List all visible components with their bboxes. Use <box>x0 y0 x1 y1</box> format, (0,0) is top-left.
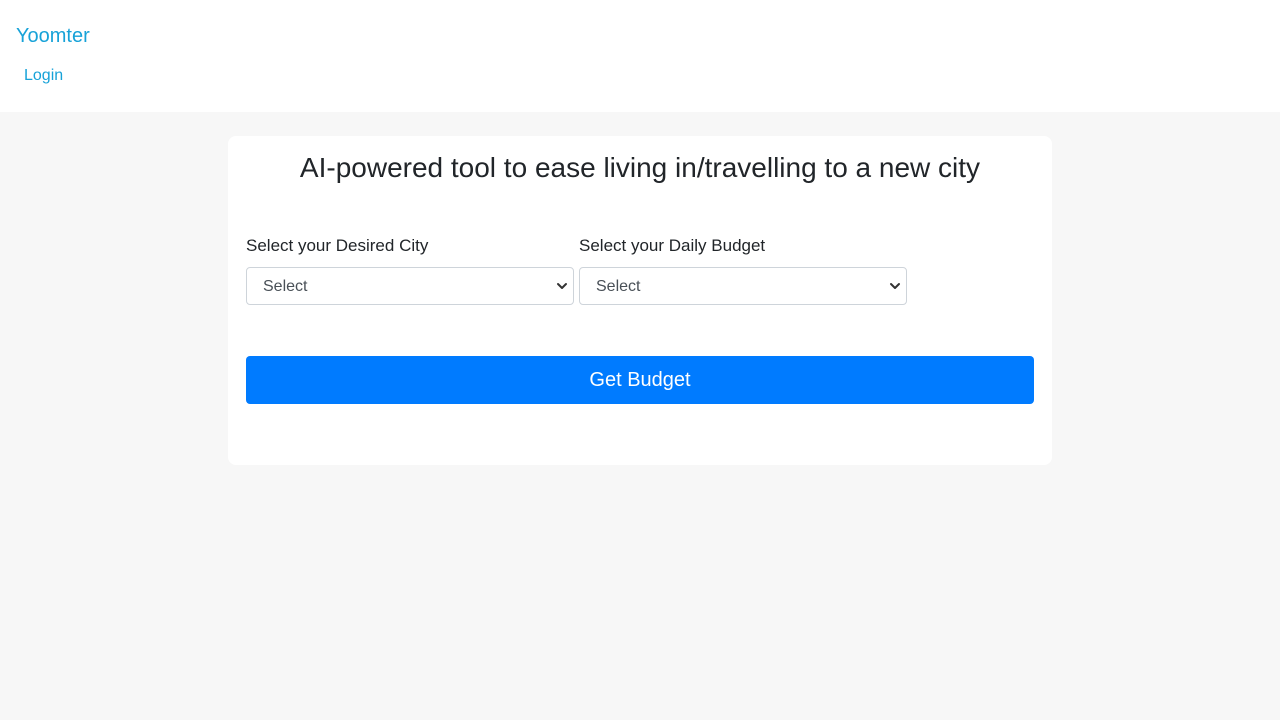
city-field: Select your Desired City Select <box>246 236 574 305</box>
brand-link[interactable]: Yoomter <box>16 24 90 48</box>
budget-form-card: AI-powered tool to ease living in/travel… <box>228 136 1052 465</box>
budget-select-value: Select <box>596 278 641 295</box>
city-select[interactable]: Select <box>246 267 574 305</box>
chevron-down-icon <box>890 283 900 289</box>
chevron-down-icon <box>557 283 567 289</box>
budget-field-label: Select your Daily Budget <box>579 236 766 255</box>
login-link[interactable]: Login <box>24 66 63 86</box>
budget-field: Select your Daily Budget Select <box>579 236 907 305</box>
city-select-value: Select <box>263 278 308 295</box>
page-title: AI-powered tool to ease living in/travel… <box>299 152 981 183</box>
top-navbar: Yoomter Login <box>0 0 1280 112</box>
budget-select[interactable]: Select <box>579 267 907 305</box>
city-field-label: Select your Desired City <box>246 236 429 255</box>
get-budget-button[interactable]: Get Budget <box>246 356 1034 404</box>
